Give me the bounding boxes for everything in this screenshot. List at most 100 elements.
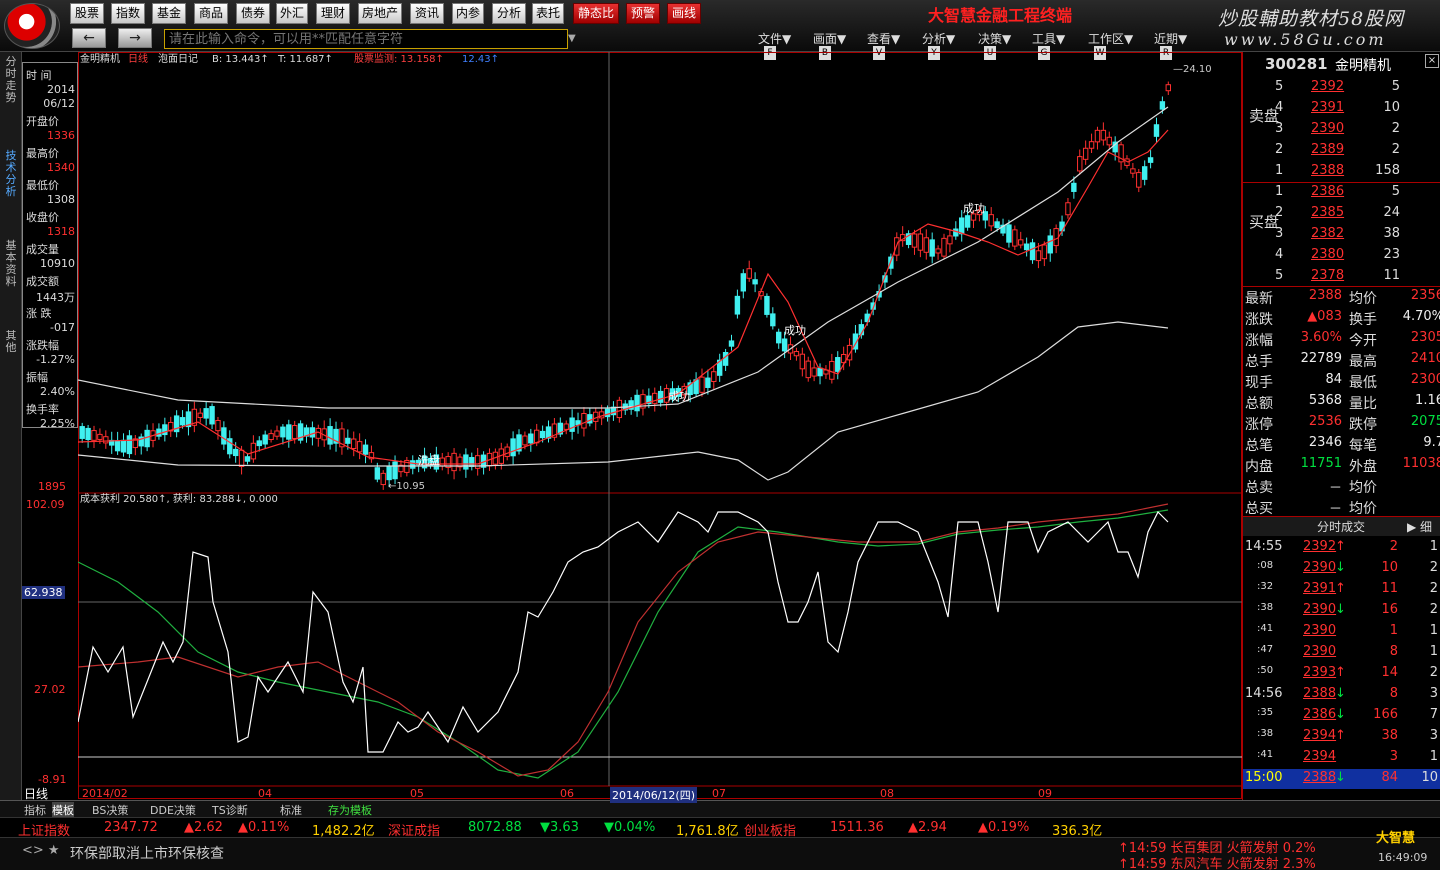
buy-price[interactable]: 2382 (1311, 226, 1344, 241)
nav-button[interactable]: 资讯 (410, 3, 444, 24)
candle-body (1147, 157, 1154, 163)
menu-item[interactable]: 工具▼ (1032, 30, 1065, 47)
index-ticker-field[interactable]: 1,761.8亿 (676, 820, 739, 839)
menu-item[interactable]: 画面▼ (813, 30, 846, 47)
index-ticker-field[interactable]: 创业板指 (744, 820, 796, 839)
tick-volume: 14 (1381, 665, 1398, 680)
indicator-tab[interactable]: 标准 (280, 802, 302, 818)
sell-price[interactable]: 2391 (1311, 100, 1344, 115)
indicator-tab[interactable]: DDE决策 (150, 802, 196, 818)
index-ticker-field[interactable]: ▼0.04% (604, 820, 655, 835)
command-dropdown-icon[interactable]: ▼ (568, 29, 580, 49)
sell-price[interactable]: 2389 (1311, 142, 1344, 157)
kline-chart[interactable]: 金明精机 日线 泡面日记 B: 13.443↑ T: 11.687↑ 股票监测: 13.1… (78, 52, 1242, 800)
nav-button[interactable]: 预警 (626, 3, 660, 24)
candle-body (705, 377, 711, 388)
nav-button[interactable]: 商品 (194, 3, 228, 24)
tab-other[interactable]: 其他 (2, 330, 20, 354)
arrow-down-icon: ↓ (1335, 560, 1346, 575)
candle-body (1018, 239, 1024, 246)
candle-body (799, 353, 806, 370)
nav-button[interactable]: 静态比 (573, 3, 619, 24)
buy-price[interactable]: 2385 (1311, 205, 1344, 220)
app-logo[interactable] (4, 3, 60, 49)
nav-button[interactable]: 房地产 (358, 3, 402, 24)
nav-button[interactable]: 基金 (152, 3, 186, 24)
stat-label: 总买 (1245, 501, 1273, 517)
menu-item[interactable]: 文件▼ (758, 30, 791, 47)
nav-button[interactable]: 指数 (111, 3, 145, 24)
index-ticker-field[interactable]: ▲2.62 (184, 820, 223, 835)
news-headline[interactable]: 环保部取消上市环保核查 (70, 843, 224, 863)
tab-technical[interactable]: 技术分析 (2, 150, 20, 198)
candle-body (805, 360, 811, 379)
candle-body (746, 268, 752, 279)
stat-label: 今开 (1349, 333, 1377, 349)
ticks-detail-button[interactable]: ▶ 细 (1407, 518, 1432, 535)
menu-item[interactable]: 决策▼ (978, 30, 1011, 47)
watermark-title: 炒股輔助教材58股网 (1218, 8, 1405, 30)
sell-price[interactable]: 2390 (1311, 121, 1344, 136)
close-icon[interactable]: × (1425, 54, 1439, 68)
alert-item[interactable]: ↑14:59 东风汽车 火箭发射 2.3% (1118, 853, 1316, 870)
stat-label: 均价 (1349, 291, 1377, 307)
indicator-tab[interactable]: 存为模板 (328, 802, 372, 818)
tick-time: :47 (1257, 644, 1274, 655)
tab-intraday[interactable]: 分时走势 (2, 56, 20, 104)
tick-price: 2394 (1303, 728, 1337, 743)
stat-label: 最新 (1245, 291, 1273, 307)
menu-item[interactable]: 近期▼ (1154, 30, 1187, 47)
indicator-tab[interactable]: 指标 (24, 802, 46, 818)
indicator-tab[interactable]: 模板 (52, 802, 74, 818)
indicator-tab[interactable]: BS决策 (92, 802, 128, 818)
arrow-right-icon: → (129, 30, 141, 46)
index-ticker-field[interactable]: 1511.36 (830, 820, 884, 835)
nav-button[interactable]: 画线 (667, 3, 701, 24)
menu-item[interactable]: 分析▼ (922, 30, 955, 47)
sell-price[interactable]: 2392 (1311, 79, 1344, 94)
candle-body (1071, 182, 1077, 192)
command-input[interactable] (164, 29, 568, 49)
tab-fundamentals[interactable]: 基本资料 (2, 240, 20, 288)
buy-level: 4 (1275, 247, 1284, 262)
tick-time: :08 (1257, 560, 1274, 571)
nav-button[interactable]: 股票 (70, 3, 104, 24)
menu-item[interactable]: 工作区▼ (1088, 30, 1133, 47)
index-ticker-field[interactable]: 2347.72 (104, 820, 158, 835)
menu-item[interactable]: 查看▼ (867, 30, 900, 47)
index-ticker-field[interactable]: ▼3.63 (540, 820, 579, 835)
nav-button[interactable]: 理财 (316, 3, 350, 24)
nav-button[interactable]: 债券 (236, 3, 270, 24)
nav-button[interactable]: 内参 (452, 3, 484, 24)
sell-price[interactable]: 2388 (1311, 163, 1344, 178)
stat-value: 9.7 (1423, 435, 1440, 450)
period-label[interactable]: 日线 (24, 785, 48, 802)
nav-button[interactable]: 分析 (492, 3, 526, 24)
buy-volume: 38 (1383, 226, 1400, 241)
buy-price[interactable]: 2380 (1311, 247, 1344, 262)
buy-volume: 5 (1391, 184, 1400, 199)
index-ticker-field[interactable]: ▲2.94 (908, 820, 947, 835)
indicator-tab[interactable]: TS诊断 (212, 802, 248, 818)
index-ticker-field[interactable]: 1,482.2亿 (312, 820, 375, 839)
index-ticker-field[interactable]: 8072.88 (468, 820, 522, 835)
info-value: 1336 (47, 129, 75, 142)
index-ticker-field[interactable]: 上证指数 (18, 820, 70, 839)
nav-button[interactable]: 表托 (532, 3, 564, 24)
buy-price[interactable]: 2386 (1311, 184, 1344, 199)
index-ticker-field[interactable]: 336.3亿 (1052, 820, 1102, 839)
tick-price: 2390 (1303, 644, 1337, 659)
buy-price[interactable]: 2378 (1311, 268, 1344, 283)
news-nav-icons[interactable]: <> ★ (22, 843, 60, 858)
tick-time: 14:56 (1245, 686, 1283, 701)
index-ticker-field[interactable]: ▲0.11% (238, 820, 289, 835)
forward-button[interactable]: → (118, 28, 152, 48)
candle-body (1094, 129, 1101, 143)
info-label: 成交量 (26, 243, 59, 256)
candle-body (345, 437, 351, 444)
back-button[interactable]: ← (72, 28, 106, 48)
index-ticker-field[interactable]: ▲0.19% (978, 820, 1029, 835)
tick-count: 1 (1429, 749, 1438, 764)
index-ticker-field[interactable]: 深证成指 (388, 820, 440, 839)
nav-button[interactable]: 外汇 (276, 3, 308, 24)
